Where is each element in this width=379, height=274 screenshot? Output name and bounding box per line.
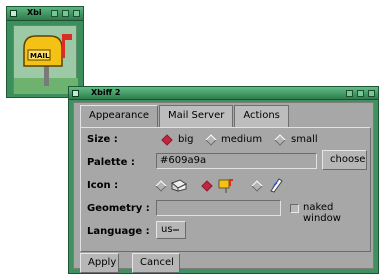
window-menu-icon[interactable] — [72, 90, 79, 97]
appearance-panel: Size : big medium small Palette : #609a9… — [80, 127, 371, 252]
xbiff-window: Xbiff 2 Appearance Mail Server Actions S… — [68, 86, 379, 274]
mini-titlebar[interactable]: Xbi — [7, 7, 83, 21]
size-big-radio[interactable] — [161, 134, 173, 146]
size-small-label: small — [291, 134, 318, 145]
close-icon[interactable] — [368, 90, 375, 97]
icon-option-1-radio[interactable] — [155, 180, 167, 192]
option-menu-indicator-icon — [173, 229, 179, 231]
geometry-input[interactable] — [156, 200, 281, 216]
maximize-icon[interactable] — [62, 10, 69, 17]
minimize-icon[interactable] — [51, 10, 58, 17]
tab-appearance[interactable]: Appearance — [80, 105, 159, 127]
size-label: Size : — [87, 134, 118, 145]
mailbox-small-icon — [217, 177, 235, 193]
mailbox-icon[interactable]: MAIL — [13, 25, 78, 94]
icon-option-2-radio[interactable] — [201, 180, 213, 192]
size-medium-radio[interactable] — [205, 134, 217, 146]
language-label: Language : — [87, 226, 150, 237]
naked-window-label: naked window — [303, 202, 341, 224]
letter-icon — [266, 177, 284, 193]
icon-label: Icon : — [87, 180, 119, 191]
mail-icon-window: Xbi MAIL — [6, 6, 84, 98]
size-medium-label: medium — [221, 134, 263, 145]
size-big-label: big — [178, 134, 194, 145]
naked-window-checkbox[interactable] — [290, 204, 299, 213]
maximize-icon[interactable] — [357, 90, 364, 97]
choose-button[interactable]: choose — [322, 150, 367, 170]
close-icon[interactable] — [73, 10, 80, 17]
palette-label: Palette : — [87, 157, 135, 168]
icon-option-3-radio[interactable] — [251, 180, 263, 192]
main-body: Appearance Mail Server Actions Size : bi… — [73, 102, 374, 273]
cancel-button[interactable]: Cancel — [132, 253, 180, 273]
main-titlebar[interactable]: Xbiff 2 — [69, 87, 378, 100]
palette-input[interactable]: #609a9a — [156, 153, 317, 169]
apply-button[interactable]: Apply — [80, 253, 119, 273]
mini-window-title: Xbi — [27, 8, 42, 17]
tab-actions[interactable]: Actions — [234, 105, 289, 127]
mail-icon-label: MAIL — [30, 52, 50, 60]
tab-bar: Appearance Mail Server Actions — [80, 105, 290, 127]
geometry-label: Geometry : — [87, 203, 150, 214]
language-value: us — [161, 224, 173, 235]
minimize-icon[interactable] — [346, 90, 353, 97]
window-menu-icon[interactable] — [10, 10, 17, 17]
envelope-icon — [170, 178, 188, 192]
language-select[interactable]: us — [156, 221, 186, 239]
main-window-title: Xbiff 2 — [91, 88, 121, 97]
size-small-radio[interactable] — [274, 134, 286, 146]
tab-mail-server[interactable]: Mail Server — [159, 105, 234, 127]
